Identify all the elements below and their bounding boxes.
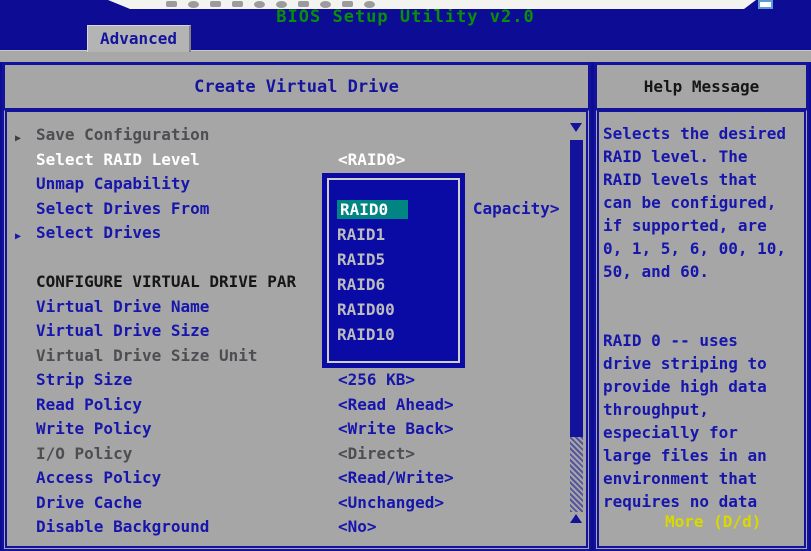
menu-item-label: Virtual Drive Size bbox=[36, 321, 209, 340]
menu-item-select-drives-from[interactable]: Select Drives From <Unconfigured Capacit… bbox=[7, 199, 586, 224]
menu-item-value: <Write Back> bbox=[338, 419, 454, 439]
menu-item-label: Unmap Capability bbox=[36, 174, 190, 193]
help-panel-title: Help Message bbox=[594, 62, 809, 111]
page-title: Create Virtual Drive bbox=[2, 62, 591, 111]
menu-item-label: Access Policy bbox=[36, 468, 161, 487]
dropdown-option-raid1[interactable]: RAID1 bbox=[322, 225, 465, 250]
scroll-up-icon[interactable] bbox=[570, 514, 582, 523]
menu-item-value: <Direct> bbox=[338, 444, 415, 464]
menu-item-access-policy[interactable]: Access Policy <Read/Write> bbox=[7, 468, 586, 493]
dropdown-option-raid5[interactable]: RAID5 bbox=[322, 250, 465, 275]
submenu-arrow-icon: ▶ bbox=[15, 227, 21, 247]
menu-spacer-row bbox=[7, 248, 586, 273]
menu-item-save-configuration[interactable]: ▶ Save Configuration bbox=[7, 125, 586, 150]
toolbar-icon[interactable] bbox=[254, 1, 265, 8]
menu-item-virtual-drive-size-unit[interactable]: Virtual Drive Size Unit bbox=[7, 346, 586, 371]
window-button-icon[interactable] bbox=[758, 0, 773, 9]
menu-item-label: Write Policy bbox=[36, 419, 152, 438]
menu-item-label: Virtual Drive Name bbox=[36, 297, 209, 316]
menu-item-virtual-drive-size[interactable]: Virtual Drive Size bbox=[7, 321, 586, 346]
help-text: Selects the desired RAID level. The RAID… bbox=[599, 112, 804, 515]
menu-item-label: Virtual Drive Size Unit bbox=[36, 346, 258, 365]
section-heading-label: CONFIGURE VIRTUAL DRIVE PAR bbox=[36, 272, 296, 291]
toolbar-icon[interactable] bbox=[320, 1, 331, 8]
scrollbar-thumb[interactable] bbox=[570, 140, 583, 437]
help-panel: Selects the desired RAID level. The RAID… bbox=[594, 109, 809, 551]
menu-item-value: <256 KB> bbox=[338, 370, 415, 390]
toolbar-icons bbox=[166, 1, 375, 8]
settings-menu-panel: ▶ Save Configuration Select RAID Level <… bbox=[2, 109, 591, 551]
menu-item-disable-background[interactable]: Disable Background <No> bbox=[7, 517, 586, 542]
menu-item-label: Drive Cache bbox=[36, 493, 142, 512]
dropdown-option-raid6[interactable]: RAID6 bbox=[322, 275, 465, 300]
menu-item-label: Select Drives From bbox=[36, 199, 209, 218]
toolbar-icon[interactable] bbox=[188, 1, 199, 8]
menu-item-value: <Read/Write> bbox=[338, 468, 454, 488]
more-indicator: More (D/d) bbox=[665, 512, 761, 531]
toolbar-icon[interactable] bbox=[232, 1, 243, 7]
dropdown-option-raid00[interactable]: RAID00 bbox=[322, 300, 465, 325]
toolbar-icon[interactable] bbox=[166, 1, 177, 7]
scroll-down-icon[interactable] bbox=[570, 123, 582, 132]
tab-advanced[interactable]: Advanced bbox=[87, 25, 191, 52]
dropdown-option-raid0[interactable]: RAID0 bbox=[322, 200, 465, 225]
toolbar-icon[interactable] bbox=[364, 1, 375, 8]
scrollbar-track[interactable] bbox=[570, 437, 583, 512]
menu-item-strip-size[interactable]: Strip Size <256 KB> bbox=[7, 370, 586, 395]
menu-item-read-policy[interactable]: Read Policy <Read Ahead> bbox=[7, 395, 586, 420]
menu-item-label: Disable Background bbox=[36, 517, 209, 536]
section-heading-configure-parameters: CONFIGURE VIRTUAL DRIVE PAR bbox=[7, 272, 586, 297]
menu-item-select-drives[interactable]: ▶ Select Drives bbox=[7, 223, 586, 248]
menu-item-drive-cache[interactable]: Drive Cache <Unchanged> bbox=[7, 493, 586, 518]
menu-item-virtual-drive-name[interactable]: Virtual Drive Name bbox=[7, 297, 586, 322]
menu-item-io-policy[interactable]: I/O Policy <Direct> bbox=[7, 444, 586, 469]
toolbar-icon[interactable] bbox=[276, 1, 287, 8]
menu-item-unmap-capability[interactable]: Unmap Capability bbox=[7, 174, 586, 199]
menu-item-label: Read Policy bbox=[36, 395, 142, 414]
bios-title: BIOS Setup Utility v2.0 bbox=[0, 7, 811, 27]
menu-item-label: Select Drives bbox=[36, 223, 161, 242]
toolbar-icon[interactable] bbox=[210, 1, 221, 7]
toolbar-icon[interactable] bbox=[342, 1, 353, 7]
dropdown-option-raid10[interactable]: RAID10 bbox=[322, 325, 465, 350]
menu-rows: ▶ Save Configuration Select RAID Level <… bbox=[7, 112, 586, 542]
cropped-toolbar bbox=[108, 0, 756, 9]
dropdown-options: RAID0 RAID1 RAID5 RAID6 RAID00 RAID10 bbox=[322, 200, 465, 350]
menu-item-label: Select RAID Level bbox=[36, 150, 200, 169]
menu-item-value: <Read Ahead> bbox=[338, 395, 454, 415]
menu-item-write-policy[interactable]: Write Policy <Write Back> bbox=[7, 419, 586, 444]
menu-item-label: I/O Policy bbox=[36, 444, 132, 463]
menu-item-label: Save Configuration bbox=[36, 125, 209, 144]
menu-item-label: Strip Size bbox=[36, 370, 132, 389]
menu-item-value: <Unchanged> bbox=[338, 493, 444, 513]
menu-item-value: <RAID0> bbox=[338, 150, 405, 170]
toolbar-icon[interactable] bbox=[298, 1, 309, 7]
menu-item-value: <No> bbox=[338, 517, 377, 537]
menu-item-select-raid-level[interactable]: Select RAID Level <RAID0> bbox=[7, 150, 586, 175]
raid-level-dropdown: RAID0 RAID1 RAID5 RAID6 RAID00 RAID10 bbox=[322, 173, 465, 368]
submenu-arrow-icon: ▶ bbox=[15, 129, 21, 149]
